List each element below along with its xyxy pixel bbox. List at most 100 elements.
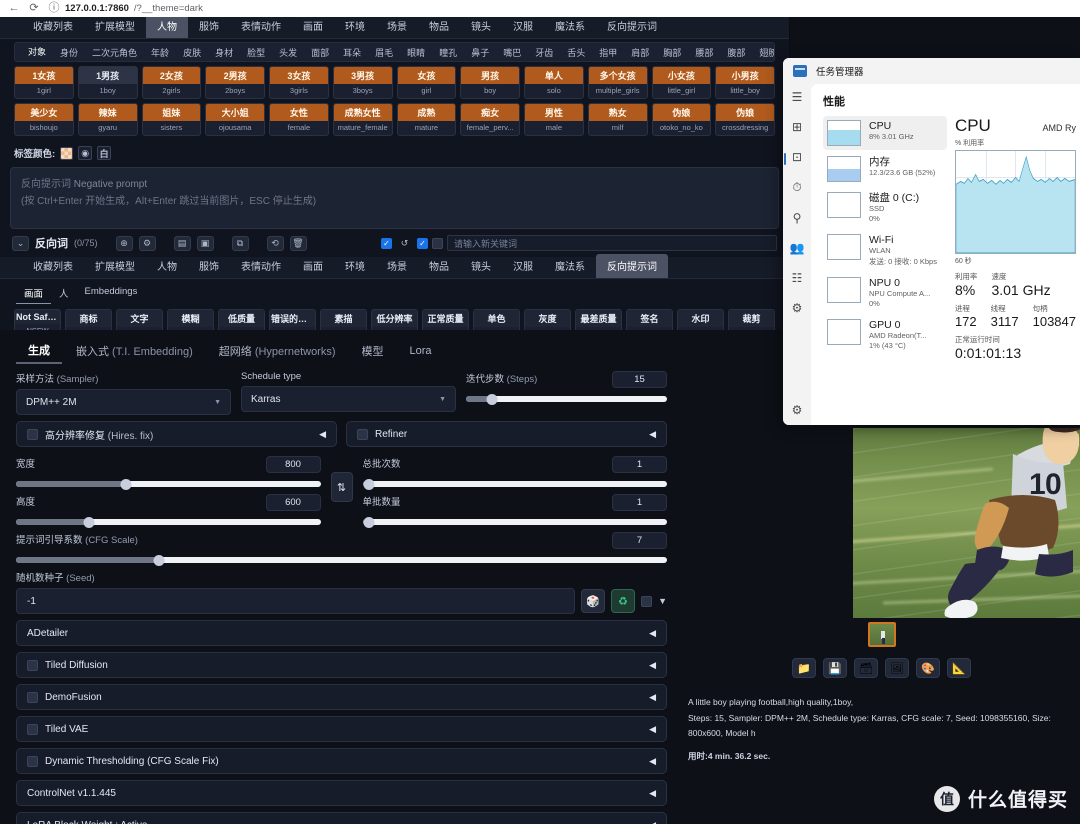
neg-tag-card[interactable]: 单色monochrome	[473, 309, 520, 330]
seed-input[interactable]: -1	[16, 588, 576, 614]
settings-tab-2[interactable]: 超网络 (Hypernetworks)	[207, 339, 348, 363]
neg-main-tab-10[interactable]: 汉服	[502, 254, 544, 278]
services-icon[interactable]: ⚙	[792, 301, 803, 315]
tag-card[interactable]: 痴女 female_perv...	[460, 103, 520, 136]
neg-sub-tab-2[interactable]: Embeddings	[77, 283, 146, 304]
tag-sub-tab-5[interactable]: 身材	[208, 43, 240, 61]
tag-card[interactable]: 小女孩 little_girl	[651, 66, 712, 99]
settings-tab-1[interactable]: 嵌入式 (T.I. Embedding)	[64, 339, 205, 363]
tag-sub-tab-2[interactable]: 二次元角色	[85, 43, 144, 61]
tag-card[interactable]: 多个女孩 multiple_girls	[587, 66, 648, 99]
send-to-extras-icon[interactable]: 📐	[947, 658, 971, 678]
accordion-checkbox[interactable]	[27, 659, 38, 671]
tag-card[interactable]: 辣妹 gyaru	[77, 103, 138, 136]
tag-sub-tab-0[interactable]: 对象	[21, 43, 53, 61]
color-picker-icon[interactable]: ◉	[78, 146, 93, 160]
neg-main-tab-7[interactable]: 场景	[376, 254, 418, 278]
accordion-0[interactable]: ADetailer ◀	[16, 620, 667, 646]
dice-icon[interactable]: 🎲	[581, 589, 606, 613]
tag-sub-tab-3[interactable]: 年龄	[144, 43, 176, 61]
accordion-5[interactable]: ControlNet v1.1.445 ◀	[16, 780, 667, 806]
neg-main-tab-8[interactable]: 物品	[418, 254, 460, 278]
tag-card[interactable]: 女性 female	[269, 103, 329, 136]
globe-icon[interactable]: ⊕	[115, 235, 133, 251]
tag-card[interactable]: 男性 male	[524, 103, 584, 136]
tag-sub-tab-7[interactable]: 头发	[272, 43, 304, 61]
tag-card[interactable]: 1男孩 1boy	[77, 66, 138, 99]
settings-tab-3[interactable]: 模型	[350, 339, 396, 363]
tag-main-tab-6[interactable]: 环境	[334, 17, 376, 38]
accordion-checkbox[interactable]	[27, 691, 38, 703]
neg-main-tab-0[interactable]: 收藏列表	[22, 254, 84, 278]
width-slider[interactable]	[16, 478, 321, 490]
neg-sub-tab-0[interactable]: 画面	[16, 283, 52, 304]
tag-main-tab-2[interactable]: 人物	[146, 17, 188, 38]
startup-apps-icon[interactable]: ⚲	[793, 211, 802, 225]
neg-tag-card[interactable]: 文字text	[116, 309, 163, 330]
tag-main-tab-10[interactable]: 汉服	[502, 17, 544, 38]
history-icon[interactable]: ↺	[396, 236, 413, 251]
neg-tag-card[interactable]: 商标logo	[65, 309, 112, 330]
tag-sub-tab-6[interactable]: 脸型	[240, 43, 272, 61]
neg-tag-card[interactable]: 最差质量worstquality	[575, 309, 622, 330]
tag-card[interactable]: 伪娘 crossdressing	[715, 103, 775, 136]
resource-item-1[interactable]: 内存 12.3/23.6 GB (52%)	[823, 152, 947, 186]
neg-tag-card[interactable]: 低质量low quality	[218, 309, 265, 330]
sampler-dropdown[interactable]: DPM++ 2M ▼	[16, 389, 231, 415]
save-zip-icon[interactable]: 🗃	[854, 658, 878, 678]
gallery-thumbnail[interactable]	[867, 622, 896, 647]
tag-card[interactable]: 3女孩 3girls	[269, 66, 329, 99]
neg-sub-tab-1[interactable]: 人	[51, 283, 77, 304]
neg-main-tab-1[interactable]: 扩展模型	[84, 254, 146, 278]
info-circle-icon[interactable]: ⓘ	[48, 3, 60, 15]
neg-main-tab-4[interactable]: 表情动作	[230, 254, 292, 278]
tag-sub-tab-1[interactable]: 身份	[53, 43, 85, 61]
clear-color-icon[interactable]: 白	[97, 146, 112, 160]
steps-value[interactable]: 15	[612, 370, 667, 388]
batch-size-value[interactable]: 1	[612, 493, 667, 511]
tag-card[interactable]: 女孩 girl	[396, 66, 457, 99]
tag-sub-tab-4[interactable]: 皮肤	[176, 43, 208, 61]
settings-tab-0[interactable]: 生成	[16, 338, 62, 364]
folder-icon[interactable]: 📁	[792, 658, 816, 678]
cfg-value[interactable]: 7	[612, 531, 667, 549]
save-icon[interactable]: 💾	[823, 658, 847, 678]
tag-main-tab-4[interactable]: 表情动作	[230, 17, 292, 38]
chevron-down-icon[interactable]: ▼	[658, 596, 667, 606]
tag-sub-tab-21[interactable]: 腹部	[720, 43, 752, 61]
neg-main-tab-12[interactable]: 反向提示词	[596, 254, 668, 278]
app-history-icon[interactable]: ⏱	[792, 180, 801, 195]
tag-main-tab-11[interactable]: 魔法系	[544, 17, 596, 38]
accordion-checkbox[interactable]	[27, 723, 38, 735]
send-to-inpaint-icon[interactable]: 🎨	[916, 658, 940, 678]
translate-icon[interactable]: ⧉	[231, 235, 249, 251]
tag-sub-tab-19[interactable]: 胸部	[656, 43, 688, 61]
tag-main-tab-5[interactable]: 画面	[292, 17, 334, 38]
tag-sub-tab-18[interactable]: 肩部	[624, 43, 656, 61]
neg-main-tab-11[interactable]: 魔法系	[544, 254, 596, 278]
batch-size-slider[interactable]	[362, 516, 667, 528]
neg-tag-card[interactable]: 模糊blurry	[167, 309, 214, 330]
tag-card[interactable]: 2女孩 2girls	[141, 66, 202, 99]
back-arrow-icon[interactable]: ←	[8, 3, 20, 15]
tag-card[interactable]: 姐妹 sisters	[141, 103, 202, 136]
refiner-accordion[interactable]: Refiner ◀	[346, 421, 667, 447]
batch-count-slider[interactable]	[362, 478, 667, 490]
gear-icon[interactable]: ⚙	[792, 403, 803, 417]
hires-checkbox[interactable]	[27, 428, 38, 440]
accordion-1[interactable]: Tiled Diffusion ◀	[16, 652, 667, 678]
tag-card[interactable]: 熟女 milf	[587, 103, 648, 136]
tag-main-tab-1[interactable]: 扩展模型	[84, 17, 146, 38]
tag-sub-tab-12[interactable]: 瞳孔	[432, 43, 464, 61]
height-value[interactable]: 600	[265, 493, 321, 511]
neg-main-tab-3[interactable]: 服饰	[188, 254, 230, 278]
neg-tag-card[interactable]: 水印watermark	[677, 309, 724, 330]
seed-extra-checkbox[interactable]	[641, 595, 653, 607]
neg-main-tab-9[interactable]: 镜头	[460, 254, 502, 278]
accordion-2[interactable]: DemoFusion ◀	[16, 684, 667, 710]
resource-item-3[interactable]: Wi-Fi WLAN 发送: 0 接收: 0 Kbps	[823, 230, 947, 270]
neg-tag-card[interactable]: Not Safe For WorkNSFW	[14, 309, 61, 330]
tag-sub-tab-16[interactable]: 舌头	[560, 43, 592, 61]
tag-sub-tab-14[interactable]: 嘴巴	[496, 43, 528, 61]
chevron-circle-icon[interactable]: ⌄	[12, 235, 29, 251]
